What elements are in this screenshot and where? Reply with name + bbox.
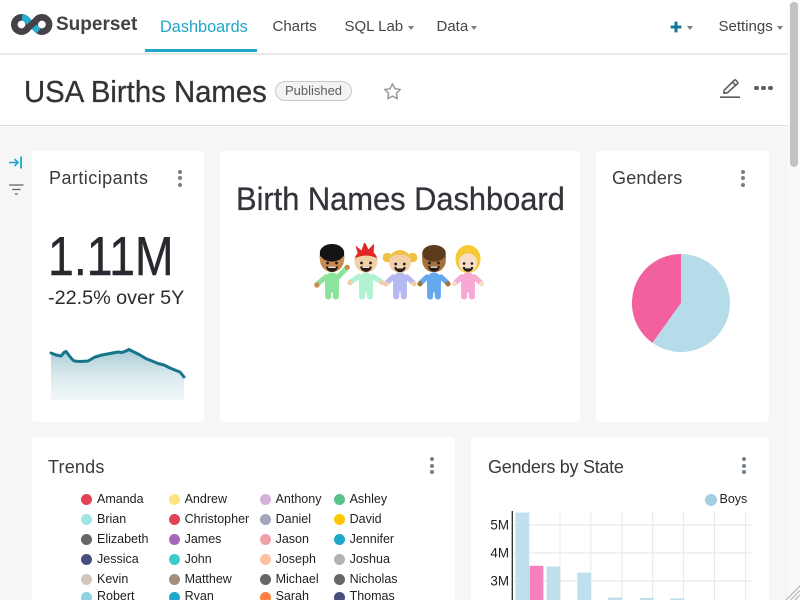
svg-text:4M: 4M	[490, 546, 509, 561]
svg-text:5M: 5M	[490, 518, 509, 533]
svg-text:3M: 3M	[490, 574, 509, 589]
